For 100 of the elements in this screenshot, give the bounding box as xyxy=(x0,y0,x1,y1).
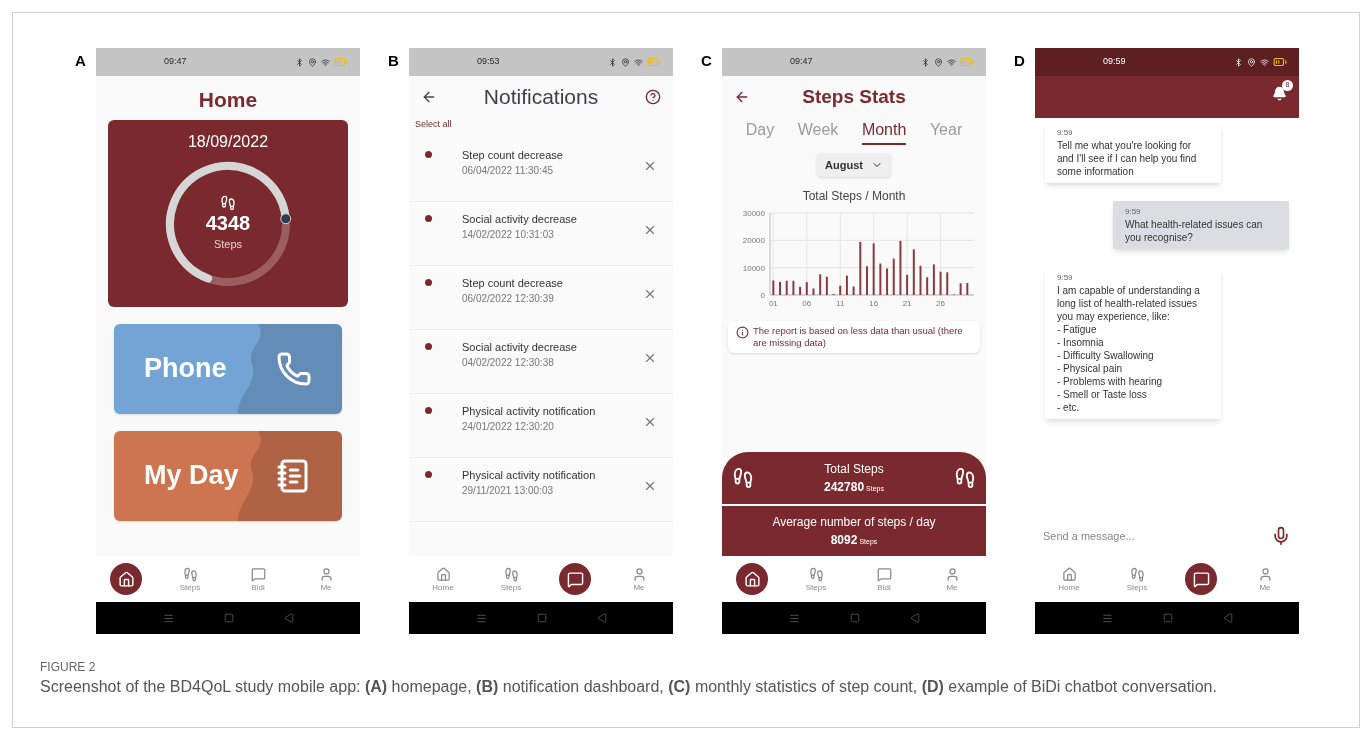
chart-bar xyxy=(872,243,875,295)
back-icon[interactable] xyxy=(421,89,437,105)
notification-row[interactable]: Social activity decrease 14/02/2022 10:31:03 xyxy=(409,201,673,266)
status-time: 09:47 xyxy=(164,55,187,69)
wifi-icon xyxy=(634,57,643,67)
select-all-link[interactable]: Select all xyxy=(415,118,452,132)
user-icon xyxy=(318,566,334,582)
x-tick-label: 21 xyxy=(902,299,912,308)
chart-bar xyxy=(946,272,949,295)
nav-item[interactable] xyxy=(110,563,142,595)
nav-item[interactable]: Me xyxy=(306,566,346,592)
panel-letter: A xyxy=(75,51,87,71)
nav-item[interactable]: Home xyxy=(423,566,463,592)
chart-bar xyxy=(825,276,828,295)
footprints-icon xyxy=(808,566,824,582)
notification-row[interactable]: Step count decrease 06/04/2022 11:30:45 xyxy=(409,137,673,202)
figure-label: FIGURE 2 xyxy=(40,659,97,676)
message-input[interactable]: Send a message... xyxy=(1043,527,1271,545)
message-text: I am capable of understanding a long list of health-related issues you may experience, like: - Fatigue - Insomnia - Difficulty Swallowing - Physical pain - Problems with hearing - Smell or Taste loss - etc. xyxy=(1057,284,1201,414)
shortcut-card[interactable]: Phone xyxy=(114,323,342,414)
location-icon xyxy=(1247,57,1256,67)
help-icon[interactable] xyxy=(645,89,661,105)
user-icon xyxy=(631,566,647,582)
chart-bar xyxy=(906,274,909,295)
chart-bar xyxy=(939,271,942,295)
home-icon xyxy=(435,566,451,582)
notification-title: Social activity decrease xyxy=(462,339,577,355)
period-tab[interactable]: Day xyxy=(745,118,775,145)
notification-row[interactable]: Physical activity notification 29/11/2021 13:00:03 xyxy=(409,457,673,522)
notification-row[interactable]: Physical activity notification 24/01/2022 12:30:20 xyxy=(409,393,673,458)
menu-icon[interactable] xyxy=(1101,612,1113,624)
chart-bar xyxy=(852,286,855,295)
month-dropdown[interactable]: August xyxy=(817,153,891,177)
phone-icon xyxy=(276,350,312,387)
steps-count: 4348 xyxy=(205,210,251,236)
period-tab[interactable]: Year xyxy=(929,118,963,145)
chart-bar xyxy=(812,288,815,295)
user-icon xyxy=(1257,566,1273,582)
notification-time: 06/04/2022 11:30:45 xyxy=(462,164,554,178)
bluetooth-icon xyxy=(1234,57,1243,67)
notification-row[interactable]: Social activity decrease 04/02/2022 12:30:38 xyxy=(409,329,673,394)
nav-item[interactable] xyxy=(736,563,768,595)
nav-item[interactable]: Bidi xyxy=(238,566,278,592)
nav-item[interactable]: Me xyxy=(1245,566,1285,592)
nav-item[interactable]: Me xyxy=(932,566,972,592)
wifi-icon xyxy=(321,57,330,67)
chart-bar xyxy=(926,277,929,295)
nav-item[interactable]: Bidi xyxy=(864,566,904,592)
home-icon xyxy=(117,570,135,588)
y-tick-label: 0 xyxy=(760,291,765,300)
message-text: What health-related issues can you recognise? xyxy=(1125,218,1264,244)
menu-icon[interactable] xyxy=(788,612,800,624)
panel-letter: B xyxy=(388,51,400,71)
battery-icon xyxy=(647,55,661,69)
notification-time: 29/11/2021 13:00:03 xyxy=(462,484,554,498)
bell-icon[interactable] xyxy=(1272,86,1287,101)
status-time: 09:59 xyxy=(1103,55,1126,69)
location-icon xyxy=(934,57,943,67)
chart-bar xyxy=(779,281,782,295)
summary-label: Total Steps xyxy=(824,461,884,478)
warning-text: The report is based on less data than usual (there are missing data) xyxy=(753,325,964,349)
nav-item[interactable] xyxy=(1185,563,1217,595)
y-tick-label: 10000 xyxy=(742,263,765,273)
chart-bar xyxy=(845,275,848,295)
chart-bar xyxy=(785,280,788,295)
shortcut-card[interactable]: My Day xyxy=(114,430,342,521)
wifi-icon xyxy=(1260,57,1269,67)
notification-time: 24/01/2022 12:30:20 xyxy=(462,420,555,434)
nav-item[interactable]: Home xyxy=(1049,566,1089,592)
message-time: 9:59 xyxy=(1057,127,1074,139)
notification-title: Step count decrease xyxy=(462,275,563,291)
nav-item[interactable]: Steps xyxy=(1117,566,1157,592)
microphone-icon[interactable] xyxy=(1271,526,1291,546)
figure-caption: Screenshot of the BD4QoL study mobile app: (A) homepage, (B) notification dashboard, (C) monthly statistics of step count, (D) example of BiDi chatbot conversation. xyxy=(40,677,1218,697)
nav-item[interactable]: Me xyxy=(619,566,659,592)
location-icon xyxy=(621,57,630,67)
notification-row[interactable]: Step count decrease 06/02/2022 12:30:39 xyxy=(409,265,673,330)
nav-item[interactable]: Steps xyxy=(170,566,210,592)
period-tab[interactable]: Week xyxy=(797,118,839,145)
nav-item[interactable] xyxy=(559,563,591,595)
nav-item[interactable]: Steps xyxy=(491,566,531,592)
y-tick-label: 30000 xyxy=(742,209,765,218)
notification-time: 04/02/2022 12:30:38 xyxy=(462,356,555,370)
battery-icon xyxy=(334,55,348,69)
message-text: Tell me what you're looking for and I'll see if I can help you find some information xyxy=(1057,139,1198,178)
steps-unit: Steps xyxy=(213,236,243,252)
panel-letter: D xyxy=(1014,51,1026,71)
back-icon[interactable] xyxy=(734,89,750,105)
screen-title: Steps Stats xyxy=(801,84,907,109)
nav-item[interactable]: Steps xyxy=(796,566,836,592)
footprints-icon xyxy=(1129,566,1145,582)
summary-value: 242780 xyxy=(824,479,865,496)
info-icon xyxy=(736,326,749,339)
menu-icon[interactable] xyxy=(162,612,174,624)
menu-icon[interactable] xyxy=(475,612,487,624)
period-tab[interactable]: Month xyxy=(861,118,907,145)
x-tick-label: 06 xyxy=(802,299,812,308)
notification-title: Social activity decrease xyxy=(462,211,577,227)
x-tick-label: 16 xyxy=(869,299,879,308)
panel-letter: C xyxy=(701,51,713,71)
